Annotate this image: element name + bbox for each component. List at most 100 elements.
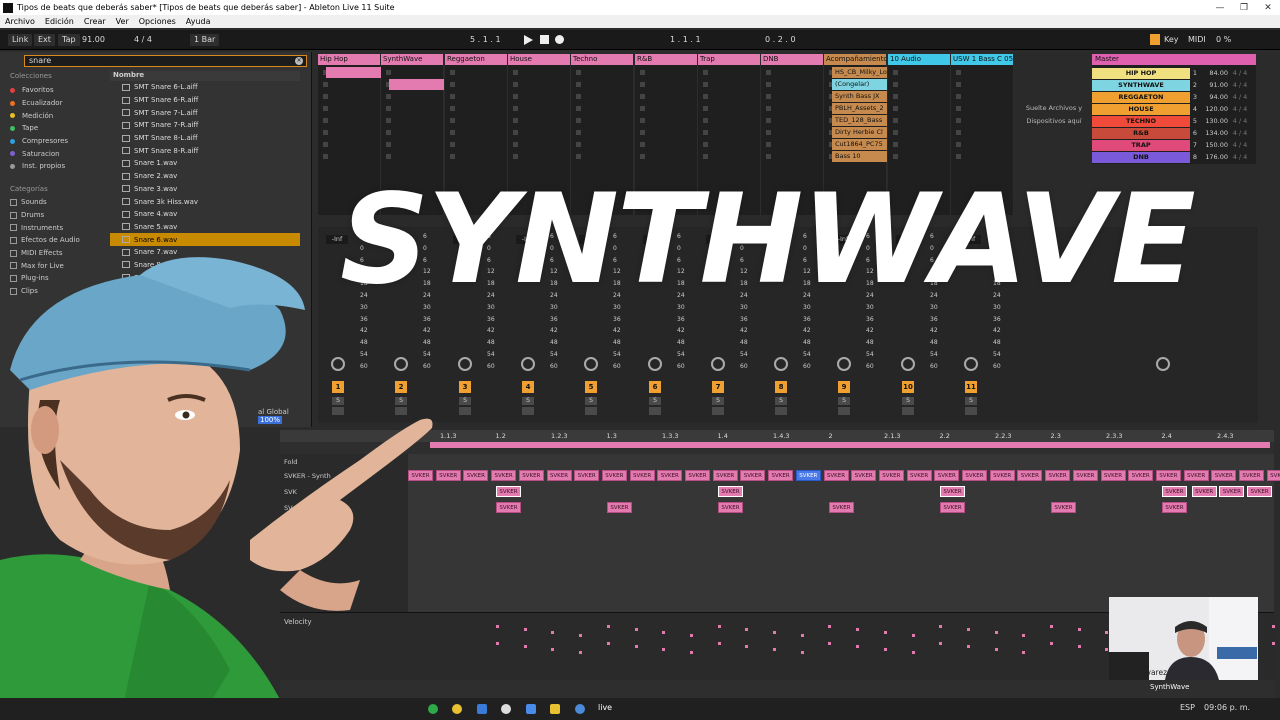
menu-archivo[interactable]: Archivo [0,17,40,26]
scene-row[interactable]: DNB 8 176.00 4 / 4 [1092,151,1256,163]
stop-icon[interactable] [540,35,549,44]
metronome-quantize[interactable]: 1 Bar [190,34,220,46]
midi-note[interactable]: SVKER [718,486,743,497]
solo-button[interactable]: S [775,397,787,405]
collection-item[interactable]: Inst. propios [10,160,105,173]
clip[interactable] [389,79,444,90]
clip-slot[interactable] [700,115,756,126]
docs-icon[interactable] [526,704,536,714]
clear-search-icon[interactable]: ✕ [295,57,303,65]
arm-button[interactable] [902,407,914,415]
midi-note[interactable]: SVKER [1266,470,1280,481]
midi-note[interactable]: SVKER [712,470,738,481]
clip-slot[interactable] [637,115,693,126]
file-item[interactable]: Snare 1.wav [110,157,300,170]
clip-slot[interactable] [890,91,946,102]
velocity-marker[interactable] [1077,645,1081,648]
scene-name[interactable]: TECHNO [1092,115,1190,127]
midi-note[interactable]: SVKER [496,502,521,513]
velocity-marker[interactable] [1050,625,1053,628]
midi-note[interactable]: SVKER [1183,470,1209,481]
master-header[interactable]: Master [1092,54,1256,65]
clip-slot[interactable] [700,79,756,90]
midi-map-button[interactable]: MIDI [1188,34,1206,46]
category-item[interactable]: Sounds [10,196,105,209]
midi-note[interactable]: SVKER [851,470,877,481]
velocity-marker[interactable] [1022,634,1026,637]
velocity-marker[interactable] [745,645,749,648]
velocity-marker[interactable] [966,628,970,631]
clip-slot[interactable] [447,79,503,90]
record-icon[interactable] [555,35,564,44]
midi-note[interactable]: SVKER [740,470,766,481]
midi-note[interactable]: SVKER [940,486,965,497]
midi-note[interactable]: SVKER [940,502,965,513]
velocity-marker[interactable] [800,634,804,637]
link-button[interactable]: Link [8,34,33,46]
scene-row[interactable]: SYNTHWAVE 2 91.00 4 / 4 [1092,79,1256,91]
velocity-marker[interactable] [662,648,666,651]
scene-tempo[interactable]: 134.00 [1200,129,1228,137]
arm-button[interactable] [775,407,787,415]
clip-slot[interactable] [637,67,693,78]
midi-note[interactable]: SVKER [657,470,683,481]
loop-brace[interactable] [430,442,1270,448]
scene-name[interactable]: TRAP [1092,139,1190,151]
pan-knob[interactable] [964,357,978,371]
scene-name[interactable]: HIP HOP [1092,67,1190,79]
midi-note[interactable]: SVKER [1211,470,1237,481]
solo-button[interactable]: S [965,397,977,405]
velocity-marker[interactable] [579,634,583,637]
clip-slot[interactable] [320,115,376,126]
velocity-marker[interactable] [828,642,832,645]
clip-slot[interactable] [320,91,376,102]
clip-slot[interactable] [890,115,946,126]
scene-signature[interactable]: 4 / 4 [1228,129,1252,137]
midi-note[interactable]: SVKER [601,470,627,481]
menu-ver[interactable]: Ver [111,17,134,26]
clip-slot[interactable] [510,139,566,150]
track-header[interactable]: House [508,54,570,65]
language-indicator[interactable]: ESP [1180,703,1195,712]
loop-start[interactable]: 1 . 1 . 1 [670,34,701,46]
velocity-marker[interactable] [634,645,638,648]
velocity-marker[interactable] [911,634,915,637]
tempo-field[interactable]: 91.00 [82,34,105,46]
track-activator[interactable]: 8 [775,381,787,393]
velocity-marker[interactable] [883,631,887,634]
track-header[interactable]: Trap [698,54,760,65]
clip-slot[interactable] [320,79,376,90]
scene-row[interactable]: R&B 6 134.00 4 / 4 [1092,127,1256,139]
midi-note[interactable]: SVKER [1100,470,1126,481]
midi-note[interactable]: SVKER [685,470,710,481]
clip[interactable]: Synth Bass JX [832,91,887,102]
velocity-marker[interactable] [717,642,721,645]
menu-edicion[interactable]: Edición [40,17,79,26]
category-item[interactable]: Drums [10,209,105,222]
scene-row[interactable]: REGGAETON 3 94.00 4 / 4 [1092,91,1256,103]
midi-note[interactable]: SVKER [629,470,655,481]
clip-slot[interactable] [573,115,629,126]
velocity-marker[interactable] [828,625,832,628]
velocity-marker[interactable] [994,648,998,651]
scene-signature[interactable]: 4 / 4 [1228,69,1252,77]
file-item[interactable]: Snare 2.wav [110,170,300,183]
clip-slot[interactable] [637,91,693,102]
clip-slot[interactable] [447,151,503,162]
midi-note[interactable]: SVKER [1051,502,1076,513]
clip-slot[interactable] [447,127,503,138]
velocity-marker[interactable] [606,625,610,628]
track-header[interactable]: SynthWave [381,54,443,65]
midi-note[interactable]: SVKER [934,470,960,481]
track-header[interactable]: Reggaeton [445,54,507,65]
midi-note[interactable]: SVKER [546,470,572,481]
clip-slot[interactable] [890,127,946,138]
folder-icon[interactable] [550,704,560,714]
clip-slot[interactable] [890,67,946,78]
midi-note[interactable]: SVKER [1162,486,1187,497]
file-item[interactable]: SMT Snare 6-L.aiff [110,81,300,94]
clip-slot[interactable] [383,139,439,150]
velocity-marker[interactable] [773,648,776,651]
velocity-marker[interactable] [1022,651,1026,654]
midi-note[interactable]: SVKER [878,470,904,481]
